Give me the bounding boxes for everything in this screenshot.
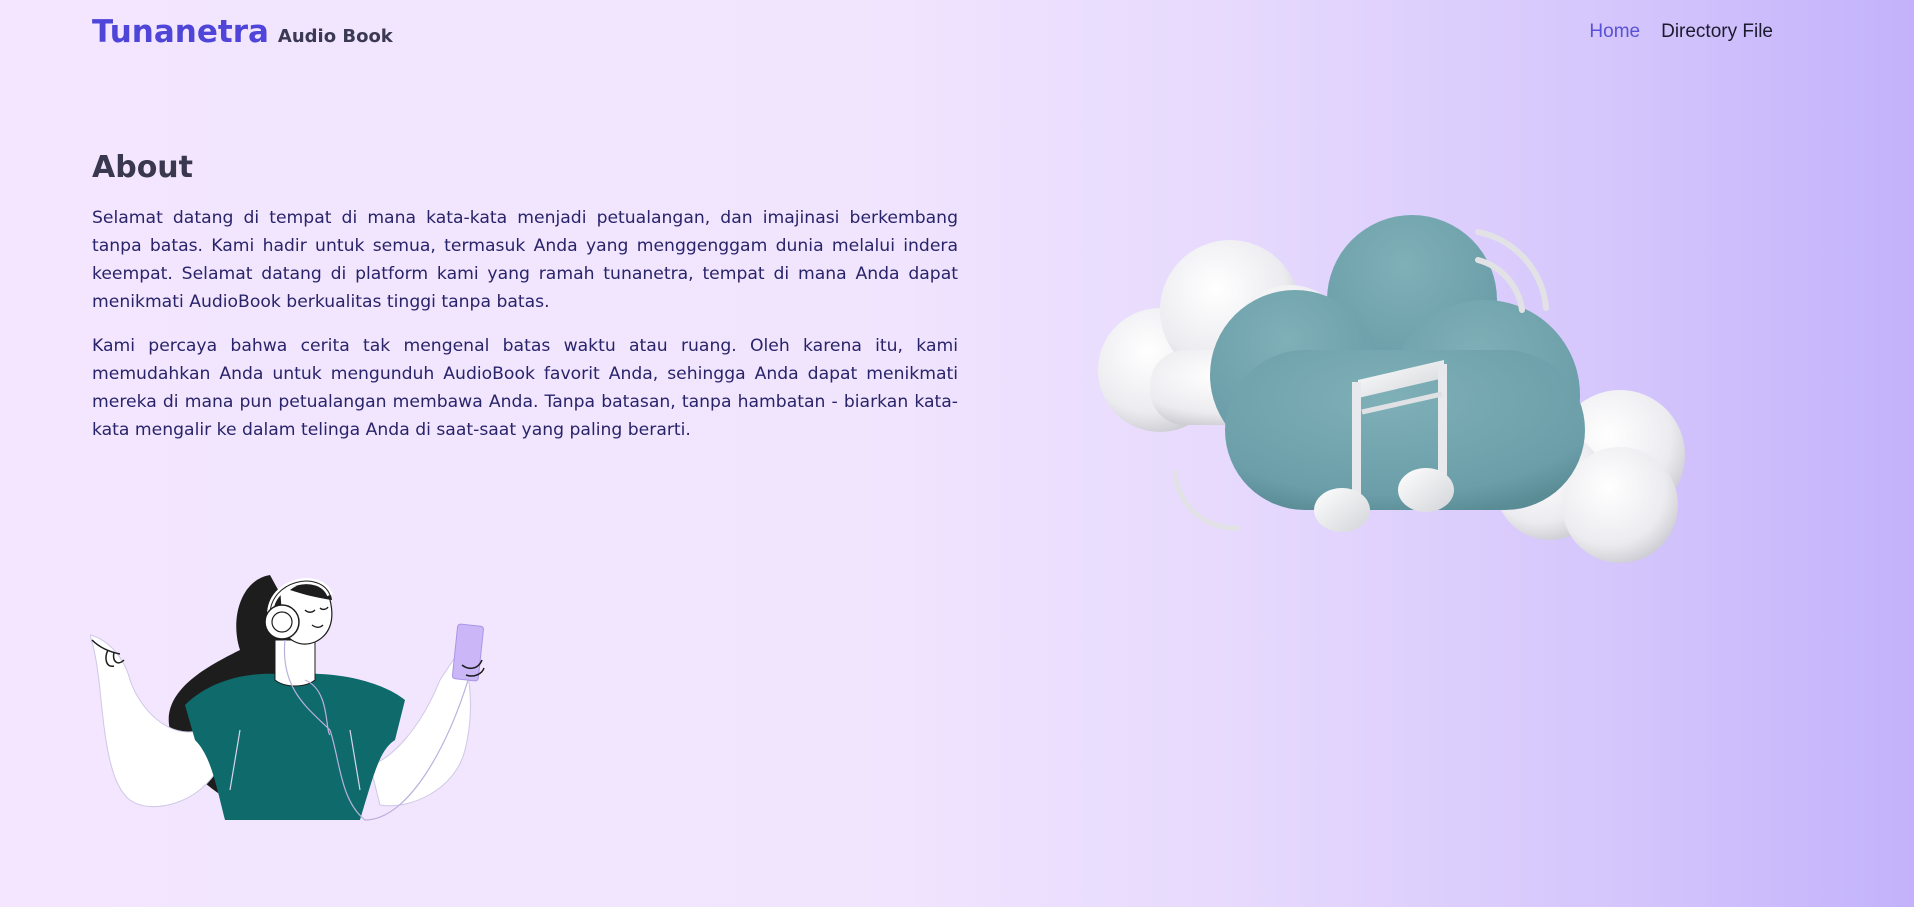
sound-wave-icon bbox=[1172, 469, 1241, 531]
brand-subtitle: Audio Book bbox=[277, 26, 393, 47]
about-paragraph-2: Kami percaya bahwa cerita tak mengenal b… bbox=[92, 336, 958, 440]
about-title: About bbox=[92, 150, 194, 185]
brand-name[interactable]: Tunanetra bbox=[92, 14, 269, 50]
music-cloud-illustration bbox=[1098, 215, 1685, 563]
nav-directory-file-link[interactable]: Directory File bbox=[1661, 21, 1773, 43]
main-nav: Home Directory File bbox=[1589, 21, 1773, 43]
brand[interactable]: Tunanetra Audio Book bbox=[92, 14, 393, 50]
about-paragraph-1: Selamat datang di tempat di mana kata-ka… bbox=[92, 208, 958, 312]
site-header: Tunanetra Audio Book Home Directory File bbox=[0, 0, 1914, 66]
nav-home-link[interactable]: Home bbox=[1589, 21, 1640, 43]
woman-with-headphones-illustration bbox=[90, 575, 485, 821]
about-section: About Selamat datang di tempat di mana k… bbox=[92, 148, 958, 460]
